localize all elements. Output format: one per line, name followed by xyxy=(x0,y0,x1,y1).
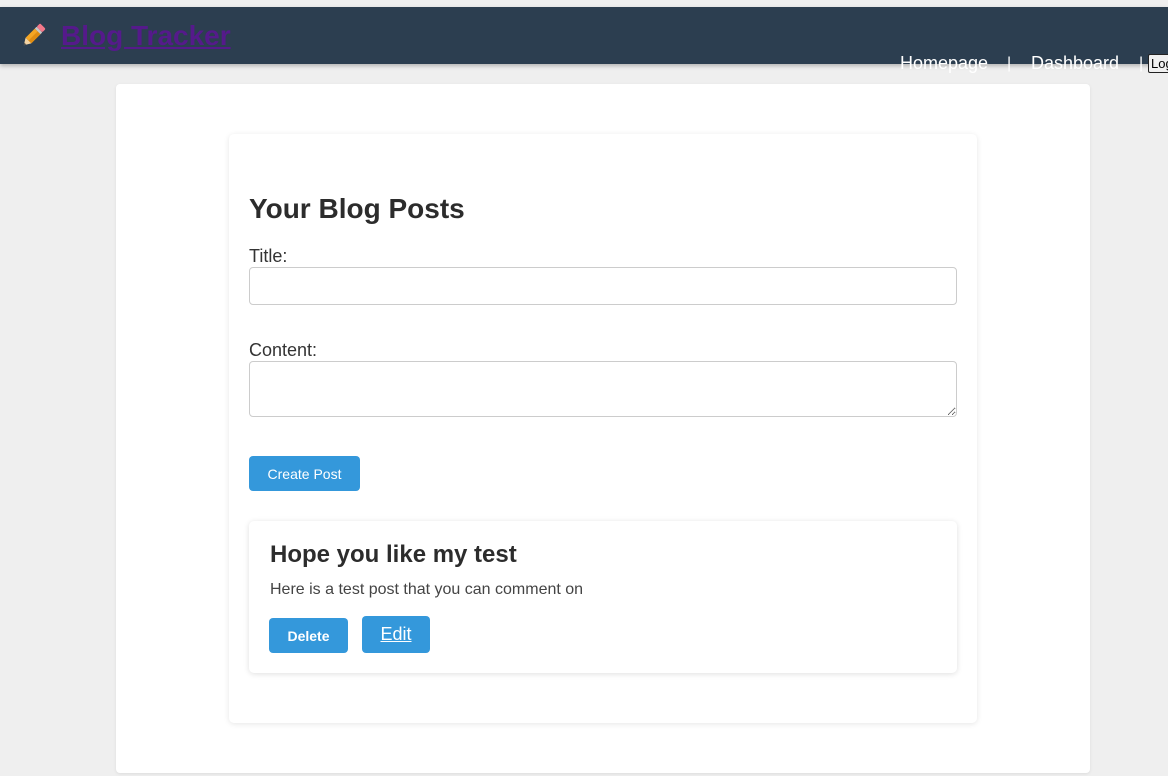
pencil-icon xyxy=(18,21,48,51)
nav-homepage[interactable]: Homepage xyxy=(900,53,988,74)
nav-separator: | xyxy=(1139,55,1144,72)
content-textarea[interactable] xyxy=(249,361,957,417)
nav-separator: | xyxy=(1007,55,1012,72)
top-header: Blog Tracker Homepage | Dashboard | Logo… xyxy=(0,7,1168,73)
brand: Blog Tracker xyxy=(18,21,231,51)
post-title: Hope you like my test xyxy=(270,541,517,568)
delete-post-button[interactable]: Delete xyxy=(269,618,348,653)
post-content: Here is a test post that you can comment… xyxy=(270,581,584,598)
nav-dashboard[interactable]: Dashboard xyxy=(1031,53,1119,74)
title-input[interactable] xyxy=(249,267,957,305)
page-title: Your Blog Posts xyxy=(249,193,465,224)
logout-button[interactable]: Logout xyxy=(1148,54,1168,73)
create-post-button[interactable]: Create Post xyxy=(249,456,360,491)
content-label: Content: xyxy=(249,340,318,360)
brand-link[interactable]: Blog Tracker xyxy=(61,21,231,51)
edit-post-link[interactable]: Edit xyxy=(362,616,430,653)
title-label: Title: xyxy=(249,246,288,266)
